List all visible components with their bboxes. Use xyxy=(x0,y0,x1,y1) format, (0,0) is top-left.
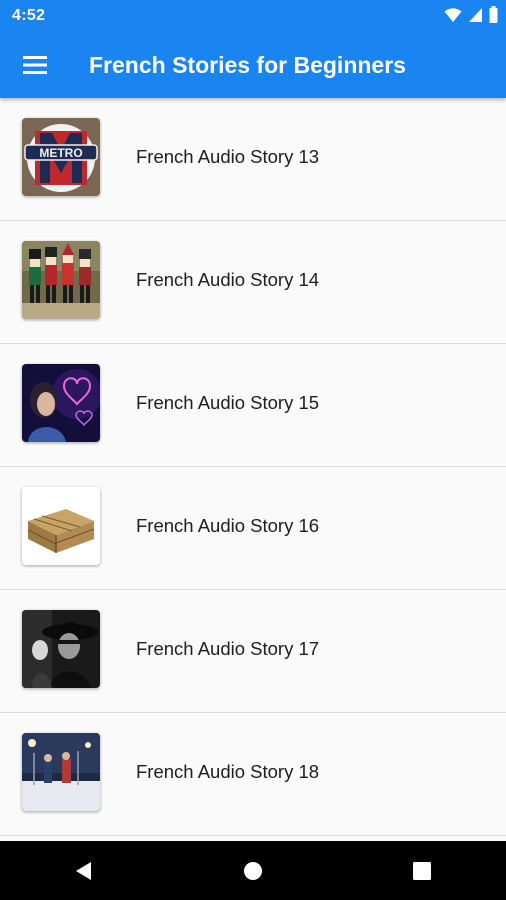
system-nav-bar xyxy=(0,841,506,900)
woman-in-hat-thumbnail xyxy=(22,610,100,688)
status-bar: 4:52 xyxy=(0,0,506,32)
story-title: French Audio Story 14 xyxy=(136,269,320,290)
list-item-story-15[interactable]: French Audio Story 15 xyxy=(0,344,506,467)
story-title: French Audio Story 16 xyxy=(136,515,320,536)
home-icon xyxy=(243,861,262,880)
battery-icon xyxy=(489,6,498,23)
list-item-story-14[interactable]: French Audio Story 14 xyxy=(0,221,506,344)
toolbar: French Stories for Beginners xyxy=(0,32,506,98)
app-bar: 4:52 French Stories for Beginners xyxy=(0,0,506,98)
story-list: METRO French Audio Story 13 French Audio… xyxy=(0,98,506,841)
list-item-story-18[interactable]: French Audio Story 18 xyxy=(0,713,506,836)
wifi-icon xyxy=(444,7,462,22)
list-item-story-17[interactable]: French Audio Story 17 xyxy=(0,590,506,713)
neon-hearts-thumbnail xyxy=(22,364,100,442)
back-button[interactable] xyxy=(54,841,114,900)
snow-night-thumbnail xyxy=(22,733,100,811)
home-button[interactable] xyxy=(223,841,283,900)
list-item-story-16[interactable]: French Audio Story 16 xyxy=(0,467,506,590)
metro-sign-text: METRO xyxy=(39,146,82,160)
cell-signal-icon xyxy=(469,7,482,22)
story-title: French Audio Story 13 xyxy=(136,146,320,167)
story-title: French Audio Story 18 xyxy=(136,761,320,782)
story-title: French Audio Story 15 xyxy=(136,392,320,413)
menu-button[interactable] xyxy=(16,46,54,84)
status-time: 4:52 xyxy=(12,7,46,24)
back-icon xyxy=(76,861,92,880)
recents-icon xyxy=(412,861,431,880)
list-item-story-13[interactable]: METRO French Audio Story 13 xyxy=(0,98,506,221)
nutcracker-thumbnail xyxy=(22,241,100,319)
wooden-crate-thumbnail xyxy=(22,487,100,565)
story-title: French Audio Story 17 xyxy=(136,638,320,659)
metro-sign-thumbnail: METRO xyxy=(22,118,100,196)
recents-button[interactable] xyxy=(392,841,452,900)
app-title: French Stories for Beginners xyxy=(89,52,406,78)
hamburger-menu-icon xyxy=(23,56,47,74)
